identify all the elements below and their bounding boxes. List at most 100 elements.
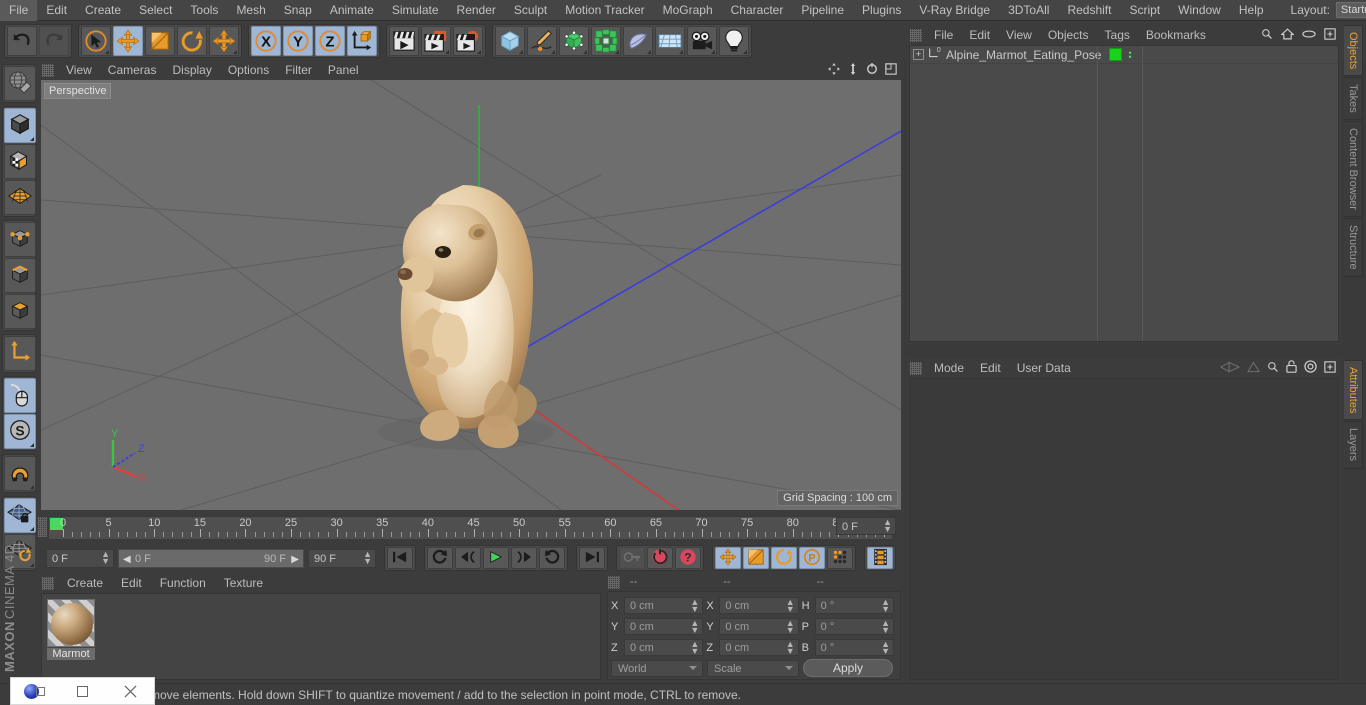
range-right-arrow-icon[interactable]: ▶ xyxy=(291,550,299,569)
step-forward-button[interactable] xyxy=(511,547,537,569)
move-alt-button[interactable] xyxy=(209,26,239,56)
stepper-icon[interactable]: ▲ ▼ xyxy=(786,639,795,655)
viewport-canvas[interactable]: Perspective Grid Spacing : 100 cm Y X Z xyxy=(41,80,901,510)
add-cube-button[interactable] xyxy=(495,26,525,56)
add-array-button[interactable] xyxy=(591,26,621,56)
coord-apply-button[interactable]: Apply xyxy=(803,659,893,677)
material-item[interactable]: Marmot xyxy=(47,599,95,660)
live-selection-button[interactable] xyxy=(81,26,111,56)
material-menu-function[interactable]: Function xyxy=(151,573,215,593)
tab-objects[interactable]: Objects xyxy=(1344,25,1363,77)
add-light-button[interactable] xyxy=(719,26,749,56)
panel-grip-icon[interactable] xyxy=(910,28,922,42)
points-mode-button[interactable] xyxy=(4,222,36,257)
menu-window[interactable]: Window xyxy=(1169,0,1230,21)
panel-grip-icon[interactable] xyxy=(608,575,620,589)
lock-icon[interactable] xyxy=(1286,360,1297,376)
stepper-icon[interactable]: ▲ ▼ xyxy=(786,618,795,634)
layout-select[interactable]: Startup xyxy=(1335,2,1366,18)
coord-mode-select[interactable]: Scale xyxy=(707,659,799,677)
menu-edit[interactable]: Edit xyxy=(37,0,76,21)
home-icon[interactable] xyxy=(1280,27,1295,43)
timeline-ruler[interactable]: 051015202530354045505560657075808590 xyxy=(48,516,893,540)
move-tool-button[interactable] xyxy=(113,26,143,56)
model-mode-button[interactable] xyxy=(4,108,36,143)
expand-node-icon[interactable]: + xyxy=(913,49,924,60)
add-deformer-button[interactable] xyxy=(623,26,653,56)
z-axis-lock-button[interactable]: Z xyxy=(315,26,345,56)
coord-system-select[interactable]: World xyxy=(611,659,703,677)
timeline-current-frame-field[interactable]: 0 F ▲ ▼ xyxy=(836,517,896,535)
render-settings-button[interactable] xyxy=(453,26,483,56)
keyframe-help-button[interactable]: ? xyxy=(675,547,701,569)
step-back-button[interactable] xyxy=(455,547,481,569)
panel-grip-icon[interactable] xyxy=(38,517,47,537)
object-menu-bookmarks[interactable]: Bookmarks xyxy=(1138,25,1214,45)
rotate-tool-button[interactable] xyxy=(177,26,207,56)
range-left-arrow-icon[interactable]: ◀ xyxy=(123,550,131,569)
edges-mode-button[interactable] xyxy=(4,258,36,293)
menu-simulate[interactable]: Simulate xyxy=(383,0,448,21)
object-menu-edit[interactable]: Edit xyxy=(961,25,998,45)
tab-structure[interactable]: Structure xyxy=(1344,217,1363,277)
attribute-menu-mode[interactable]: Mode xyxy=(926,358,972,378)
stepper-icon[interactable]: ▲ ▼ xyxy=(883,518,892,534)
scale-tool-button[interactable] xyxy=(145,26,175,56)
menu-mograph[interactable]: MoGraph xyxy=(654,0,722,21)
tab-attributes[interactable]: Attributes xyxy=(1344,360,1363,421)
render-region-button[interactable] xyxy=(421,26,451,56)
stepper-icon[interactable]: ▲ ▼ xyxy=(690,639,699,655)
coord-pos-y-input[interactable]: 0 cm ▲ ▼ xyxy=(624,618,704,635)
pan-icon[interactable] xyxy=(828,63,840,78)
object-menu-view[interactable]: View xyxy=(998,25,1040,45)
coord-size-x-input[interactable]: 0 cm ▲ ▼ xyxy=(719,597,799,614)
menu-redshift[interactable]: Redshift xyxy=(1058,0,1120,21)
stepper-icon[interactable]: ▲ ▼ xyxy=(690,597,699,613)
make-editable-button[interactable] xyxy=(4,66,36,101)
play-button[interactable] xyxy=(483,547,509,569)
render-view-button[interactable] xyxy=(389,26,419,56)
add-generator-button[interactable] xyxy=(559,26,589,56)
menu-snap[interactable]: Snap xyxy=(275,0,321,21)
coord-size-z-input[interactable]: 0 cm ▲ ▼ xyxy=(719,639,799,656)
coord-rot-b-input[interactable]: 0 ° ▲ ▼ xyxy=(814,639,894,656)
maximize-icon[interactable] xyxy=(885,63,897,78)
record-pla-button[interactable] xyxy=(827,547,853,569)
menu-create[interactable]: Create xyxy=(76,0,130,21)
panel-grip-icon[interactable] xyxy=(42,576,54,590)
coord-size-y-input[interactable]: 0 cm ▲ ▼ xyxy=(719,618,799,635)
viewport-menu-display[interactable]: Display xyxy=(164,61,219,80)
uv-mode-button[interactable] xyxy=(4,180,36,215)
record-parameter-button[interactable]: P xyxy=(799,547,825,569)
viewport-menu-filter[interactable]: Filter xyxy=(277,61,320,80)
menu-help[interactable]: Help xyxy=(1230,0,1273,21)
menu-sculpt[interactable]: Sculpt xyxy=(505,0,556,21)
menu-mesh[interactable]: Mesh xyxy=(227,0,274,21)
expand-icon[interactable] xyxy=(1324,27,1336,43)
tab-takes[interactable]: Takes xyxy=(1344,77,1363,121)
attribute-menu-edit[interactable]: Edit xyxy=(972,358,1009,378)
material-menu-edit[interactable]: Edit xyxy=(112,573,151,593)
end-frame-field[interactable]: 90 F ▲ ▼ xyxy=(308,548,376,568)
viewport-menu-options[interactable]: Options xyxy=(220,61,277,80)
tab-content-browser[interactable]: Content Browser xyxy=(1344,121,1363,217)
object-menu-objects[interactable]: Objects xyxy=(1040,25,1097,45)
tab-layers[interactable]: Layers xyxy=(1344,421,1363,469)
panel-grip-icon[interactable] xyxy=(910,361,922,375)
menu-vray-bridge[interactable]: V-Ray Bridge xyxy=(910,0,999,21)
play-reverse-loop-button[interactable] xyxy=(427,547,453,569)
current-frame-field[interactable]: 0 F ▲ ▼ xyxy=(46,548,114,568)
record-active-objects-button[interactable] xyxy=(647,547,673,569)
redo-button[interactable] xyxy=(39,26,69,56)
object-manager-body[interactable]: + 0 Alpine_Marmot_Eating_Pose • • xyxy=(909,45,1339,342)
texture-mode-button[interactable] xyxy=(4,144,36,179)
viewport-menu-view[interactable]: View xyxy=(58,61,100,80)
stepper-icon[interactable]: ▲ ▼ xyxy=(363,550,372,566)
magnet-tool-button[interactable] xyxy=(4,456,36,491)
x-axis-lock-button[interactable]: X xyxy=(251,26,281,56)
record-position-button[interactable] xyxy=(715,547,741,569)
go-to-start-button[interactable] xyxy=(387,547,413,569)
y-axis-lock-button[interactable]: Y xyxy=(283,26,313,56)
stepper-icon[interactable]: ▲ ▼ xyxy=(786,597,795,613)
search-icon[interactable] xyxy=(1261,28,1273,43)
